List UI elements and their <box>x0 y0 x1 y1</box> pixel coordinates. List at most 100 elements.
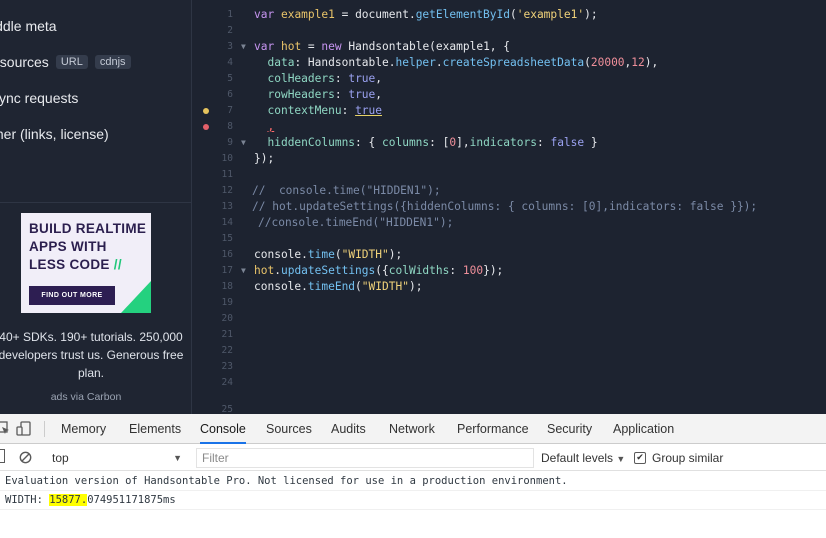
line-number: 3 <box>227 41 233 52</box>
context-value: top <box>52 451 69 465</box>
line-number: 5 <box>227 73 233 84</box>
line-number: 7 <box>227 105 233 116</box>
line-number: 2 <box>227 25 233 36</box>
devtools-panel: Memory Elements Console Sources Audits N… <box>0 414 826 538</box>
ad-description[interactable]: 40+ SDKs. 190+ tutorials. 250,000 develo… <box>0 328 186 382</box>
filter-input[interactable] <box>196 448 534 468</box>
fold-arrow-icon[interactable]: ▼ <box>241 135 246 151</box>
toolbar-divider <box>44 421 45 437</box>
code-editor[interactable]: 1 var example1 = document.getElementById(… <box>193 0 826 414</box>
line-number: 18 <box>221 281 233 292</box>
code-line: 11 <box>193 167 826 183</box>
ad-decoration <box>121 281 151 313</box>
device-toggle-icon[interactable] <box>16 421 32 441</box>
sidebar-item-async-requests[interactable]: sync requests <box>0 90 78 106</box>
inspect-icon[interactable] <box>0 421 10 439</box>
tab-network[interactable]: Network <box>389 414 435 444</box>
levels-label: Default levels <box>541 451 614 465</box>
sidebar-item-label: esources <box>0 54 49 70</box>
cdnjs-badge[interactable]: cdnjs <box>94 55 131 69</box>
dropdown-arrow-icon: ▼ <box>616 454 626 464</box>
line-number: 21 <box>221 329 233 340</box>
line-number: 14 <box>221 217 233 228</box>
line-number: 10 <box>221 153 233 164</box>
sidebar-item-label: sync requests <box>0 90 79 106</box>
code-line: 1 var example1 = document.getElementById(… <box>193 7 826 23</box>
tab-security[interactable]: Security <box>547 414 592 444</box>
tab-elements[interactable]: Elements <box>129 414 181 444</box>
group-similar-label: Group similar <box>652 451 724 465</box>
ad-slashes: // <box>113 257 122 272</box>
line-number: 4 <box>227 57 233 68</box>
ad-headline-line: BUILD REALTIME <box>29 221 147 236</box>
code-line: 13// hot.updateSettings({hiddenColumns: … <box>193 199 826 215</box>
tab-memory[interactable]: Memory <box>61 414 106 444</box>
sidebar: iddle meta esources URL cdnjs sync reque… <box>0 0 192 414</box>
line-number: 15 <box>221 233 233 244</box>
code-line: 21 <box>193 327 826 343</box>
line-number: 25 <box>221 404 233 414</box>
sidebar-item-fiddle-meta[interactable]: iddle meta <box>0 18 57 34</box>
code-line: 2 <box>193 23 826 39</box>
line-number: 12 <box>221 185 233 196</box>
code-line: 25 <box>193 402 826 414</box>
tab-performance[interactable]: Performance <box>457 414 529 444</box>
tab-console[interactable]: Console <box>200 414 246 444</box>
line-number: 1 <box>227 9 233 20</box>
code-line: 12// console.time("HIDDEN1"); <box>193 183 826 199</box>
code-line: 19 <box>193 295 826 311</box>
fiddle-workspace: iddle meta esources URL cdnjs sync reque… <box>0 0 826 414</box>
tab-audits[interactable]: Audits <box>331 414 366 444</box>
line-number: 19 <box>221 297 233 308</box>
devtools-tab-bar: Memory Elements Console Sources Audits N… <box>0 414 826 444</box>
console-message-text: Evaluation version of Handsontable Pro. … <box>5 475 568 487</box>
ad-headline: BUILD REALTIME APPS WITH LESS CODE // <box>29 220 149 274</box>
clear-console-icon[interactable] <box>19 449 32 468</box>
line-number: 6 <box>227 89 233 100</box>
tab-application[interactable]: Application <box>613 414 674 444</box>
ad-headline-line: LESS CODE // <box>29 256 149 274</box>
find-out-more-button[interactable]: FIND OUT MORE <box>29 286 115 305</box>
ad-headline-line: APPS WITH <box>29 239 107 254</box>
console-message: Evaluation version of Handsontable Pro. … <box>0 472 826 491</box>
line-number: 9 <box>227 137 233 148</box>
line-number: 11 <box>221 169 233 180</box>
code-line: 20 <box>193 311 826 327</box>
carbon-ad[interactable]: BUILD REALTIME APPS WITH LESS CODE // FI… <box>21 213 151 313</box>
code-line: 5 colHeaders: true, <box>193 71 826 87</box>
console-toolbar: top ▼ Default levels ▼ ✔ Group similar <box>0 445 826 471</box>
code-line: 24 <box>193 375 826 391</box>
ad-headline-text: LESS CODE <box>29 257 110 272</box>
sidebar-item-label: iddle meta <box>0 18 57 34</box>
code-line: 6 rowHeaders: true, <box>193 87 826 103</box>
code-line: 10}); <box>193 151 826 167</box>
code-line: 7 contextMenu: true <box>193 103 826 119</box>
sidebar-item-resources[interactable]: esources URL cdnjs <box>0 54 131 70</box>
console-label: WIDTH: <box>5 494 50 506</box>
code-line: 15 <box>193 231 826 247</box>
line-number: 13 <box>221 201 233 212</box>
sidebar-toggle-icon[interactable] <box>0 449 5 463</box>
sidebar-item-other[interactable]: ther (links, license) <box>0 126 109 142</box>
code-line: 3 ▼ var hot = new Handsontable(example1, { <box>193 39 826 55</box>
log-levels-dropdown[interactable]: Default levels ▼ <box>541 448 625 468</box>
ads-via-carbon-link[interactable]: ads via Carbon <box>0 391 172 403</box>
group-similar-checkbox[interactable]: ✔ <box>634 452 646 464</box>
fold-arrow-icon[interactable]: ▼ <box>241 263 246 279</box>
tab-sources[interactable]: Sources <box>266 414 312 444</box>
code-line: 17 ▼ hot.updateSettings({colWidths: 100}); <box>193 263 826 279</box>
url-badge[interactable]: URL <box>55 55 88 69</box>
code-line: 8 , <box>193 119 826 135</box>
console-value-rest: 074951171875ms <box>87 494 176 506</box>
highlighted-value: 15877. <box>49 494 88 506</box>
line-number: 23 <box>221 361 233 372</box>
line-number: 24 <box>221 377 233 388</box>
context-selector[interactable]: top ▼ <box>46 448 186 468</box>
fold-arrow-icon[interactable]: ▼ <box>241 39 246 55</box>
line-number: 20 <box>221 313 233 324</box>
code-line: 18 console.timeEnd("WIDTH"); <box>193 279 826 295</box>
line-number: 17 <box>221 265 233 276</box>
sidebar-item-label: ther (links, license) <box>0 126 109 142</box>
code-line: 16 console.time("WIDTH"); <box>193 247 826 263</box>
line-number: 8 <box>227 121 233 132</box>
